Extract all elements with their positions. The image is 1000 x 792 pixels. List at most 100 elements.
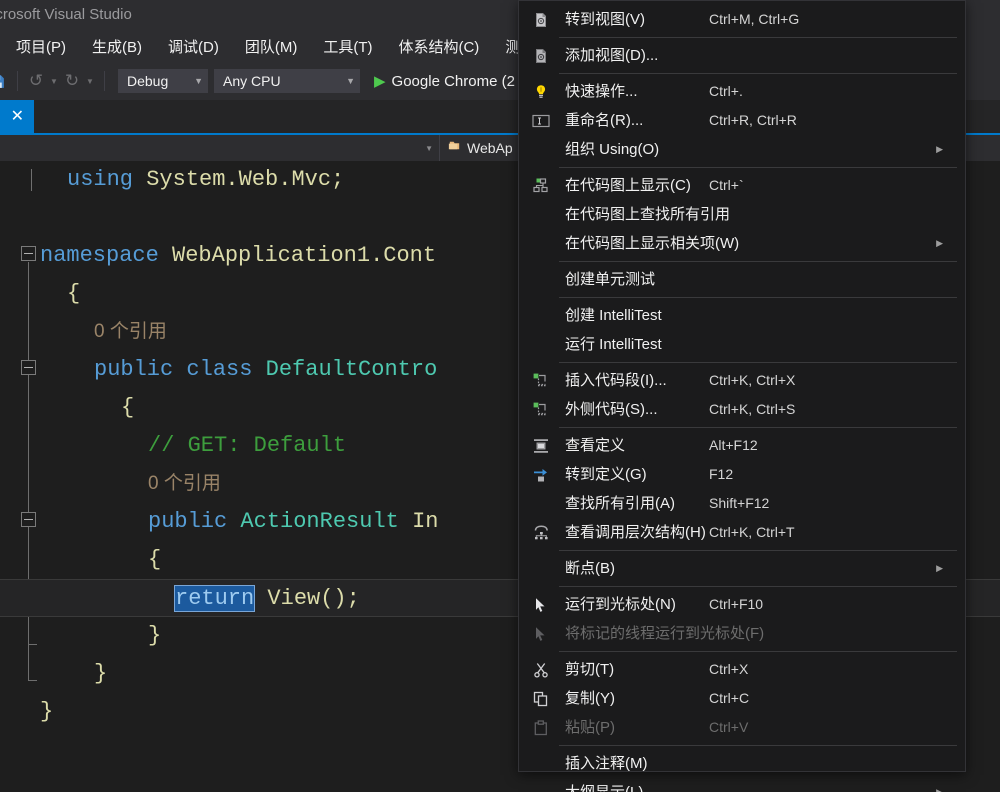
document-tab-active[interactable]: ✕ xyxy=(0,100,34,133)
ctx-peek-definition[interactable]: 查看定义 Alt+F12 xyxy=(519,431,965,460)
editor-context-menu[interactable]: 转到视图(V) Ctrl+M, Ctrl+G 添加视图(D)... 快速操作... Ct… xyxy=(518,0,966,792)
ctx-quick-actions[interactable]: 快速操作... Ctrl+. xyxy=(519,77,965,106)
context-menu-separator xyxy=(559,427,957,428)
code-token: In xyxy=(412,509,439,534)
ctx-surround-with[interactable]: 外侧代码(S)... Ctrl+K, Ctrl+S xyxy=(519,395,965,424)
context-menu-item-label: 插入注释(M) xyxy=(565,755,648,772)
code-token: DefaultContro xyxy=(265,357,438,382)
context-menu-item-label: 断点(B) xyxy=(565,560,615,577)
save-icon[interactable] xyxy=(0,73,10,90)
run-flagged-threads-icon xyxy=(529,619,553,648)
menu-architecture[interactable]: 体系结构(C) xyxy=(398,36,479,57)
code-token: 0 个引用 xyxy=(148,473,221,494)
context-menu-separator xyxy=(559,297,957,298)
ctx-breakpoint[interactable]: 断点(B) ▶ xyxy=(519,554,965,583)
ctx-show-on-code-map[interactable]: 在代码图上显示(C) Ctrl+` xyxy=(519,171,965,200)
code-token: View(); xyxy=(267,586,360,611)
submenu-arrow-icon: ▶ xyxy=(936,787,943,792)
ctx-organize-usings[interactable]: 组织 Using(O) ▶ xyxy=(519,135,965,164)
code-map-icon xyxy=(529,171,553,200)
menu-team[interactable]: 团队(M) xyxy=(245,36,298,57)
context-menu-separator xyxy=(559,586,957,587)
code-token: public xyxy=(148,509,241,534)
context-menu-item-label: 将标记的线程运行到光标处(F) xyxy=(565,625,765,642)
context-menu-item-label: 查看定义 xyxy=(565,437,626,454)
context-menu-item-label: 运行 IntelliTest xyxy=(565,336,662,353)
toolbar-divider-2 xyxy=(104,71,105,91)
ctx-cut[interactable]: 剪切(T) Ctrl+X xyxy=(519,655,965,684)
ctx-outlining[interactable]: 大纲显示(L) ▶ xyxy=(519,778,965,792)
context-menu-item-label: 重命名(R)... xyxy=(565,112,644,129)
visual-studio-window: icrosoft Visual Studio 项目(P) 生成(B) 调试(D) 团队… xyxy=(0,0,1000,792)
context-menu-item-label: 创建 IntelliTest xyxy=(565,307,662,324)
ctx-run-intellitest[interactable]: 运行 IntelliTest xyxy=(519,330,965,359)
context-menu-separator xyxy=(559,261,957,262)
chevron-down-icon: ▼ xyxy=(194,76,203,86)
go-to-view-icon xyxy=(529,5,553,34)
configuration-value: Debug xyxy=(127,73,169,89)
undo-dropdown-icon[interactable]: ▼ xyxy=(47,70,61,92)
play-icon[interactable]: ▶ xyxy=(374,72,386,90)
surround-with-icon xyxy=(529,395,553,424)
run-to-cursor-icon xyxy=(529,590,553,619)
context-menu-item-label: 复制(Y) xyxy=(565,690,615,707)
context-menu-item-shortcut: Ctrl+C xyxy=(709,690,750,706)
ctx-find-all-references[interactable]: 查找所有引用(A) Shift+F12 xyxy=(519,489,965,518)
toolbar-divider xyxy=(17,71,18,91)
redo-dropdown-icon[interactable]: ▼ xyxy=(83,70,97,92)
code-token: WebApplication1.Cont xyxy=(172,243,437,268)
context-menu-item-label: 组织 Using(O) xyxy=(565,141,660,158)
ctx-paste: 粘贴(P) Ctrl+V xyxy=(519,713,965,742)
ctx-rename[interactable]: 重命名(R)... Ctrl+R, Ctrl+R xyxy=(519,106,965,135)
ctx-find-all-refs-on-code-map[interactable]: 在代码图上查找所有引用 xyxy=(519,200,965,229)
ctx-create-unit-tests[interactable]: 创建单元测试 xyxy=(519,265,965,294)
context-menu-item-shortcut: Alt+F12 xyxy=(709,437,758,453)
ctx-add-view[interactable]: 添加视图(D)... xyxy=(519,41,965,70)
context-menu-separator xyxy=(559,651,957,652)
code-token: { xyxy=(121,395,135,420)
context-menu-item-label: 在代码图上显示相关项(W) xyxy=(565,235,740,252)
configuration-combo[interactable]: Debug ▼ xyxy=(118,69,208,93)
ctx-run-flagged-threads-to-cursor: 将标记的线程运行到光标处(F) xyxy=(519,619,965,648)
run-target-label[interactable]: Google Chrome (2 xyxy=(392,73,515,90)
context-menu-item-label: 在代码图上显示(C) xyxy=(565,177,691,194)
code-token: { xyxy=(148,547,162,572)
context-menu-item-shortcut: Ctrl+` xyxy=(709,177,744,193)
ctx-insert-snippet[interactable]: 插入代码段(I)... Ctrl+K, Ctrl+X xyxy=(519,366,965,395)
context-menu-item-label: 添加视图(D)... xyxy=(565,47,659,64)
window-title: icrosoft Visual Studio xyxy=(0,6,132,23)
code-token: System.Web.Mvc; xyxy=(146,167,345,192)
context-menu-item-label: 转到视图(V) xyxy=(565,11,645,28)
ctx-show-related-on-code-map[interactable]: 在代码图上显示相关项(W) ▶ xyxy=(519,229,965,258)
context-menu-item-shortcut: Ctrl+R, Ctrl+R xyxy=(709,112,797,128)
undo-icon[interactable]: ↺ xyxy=(25,70,47,92)
ctx-go-to-definition[interactable]: 转到定义(G) F12 xyxy=(519,460,965,489)
ctx-insert-comment[interactable]: 插入注释(M) xyxy=(519,749,965,778)
project-icon xyxy=(447,138,462,158)
context-menu-item-label: 粘贴(P) xyxy=(565,719,615,736)
menu-project[interactable]: 项目(P) xyxy=(16,36,66,57)
context-menu-item-shortcut: Ctrl+M, Ctrl+G xyxy=(709,11,800,27)
close-icon[interactable]: ✕ xyxy=(11,108,24,125)
ctx-copy[interactable]: 复制(Y) Ctrl+C xyxy=(519,684,965,713)
ctx-go-to-view[interactable]: 转到视图(V) Ctrl+M, Ctrl+G xyxy=(519,5,965,34)
context-menu-item-shortcut: Ctrl+K, Ctrl+X xyxy=(709,372,796,388)
submenu-arrow-icon: ▶ xyxy=(936,144,943,154)
context-menu-separator xyxy=(559,745,957,746)
context-menu-item-label: 运行到光标处(N) xyxy=(565,596,676,613)
type-navigation-combo[interactable]: ▼ xyxy=(0,135,440,161)
ctx-create-intellitest[interactable]: 创建 IntelliTest xyxy=(519,301,965,330)
code-token: ActionResult xyxy=(240,509,413,534)
add-view-icon xyxy=(529,41,553,70)
menu-debug[interactable]: 调试(D) xyxy=(168,36,219,57)
menu-tools[interactable]: 工具(T) xyxy=(323,36,372,57)
platform-combo[interactable]: Any CPU ▼ xyxy=(214,69,360,93)
context-menu-separator xyxy=(559,73,957,74)
context-menu-item-shortcut: Shift+F12 xyxy=(709,495,770,511)
menu-build[interactable]: 生成(B) xyxy=(92,36,142,57)
ctx-run-to-cursor[interactable]: 运行到光标处(N) Ctrl+F10 xyxy=(519,590,965,619)
context-menu-item-shortcut: Ctrl+X xyxy=(709,661,749,677)
ctx-view-call-hierarchy[interactable]: 查看调用层次结构(H) Ctrl+K, Ctrl+T xyxy=(519,518,965,547)
context-menu-item-label: 查看调用层次结构(H) xyxy=(565,524,706,541)
redo-icon[interactable]: ↻ xyxy=(61,70,83,92)
